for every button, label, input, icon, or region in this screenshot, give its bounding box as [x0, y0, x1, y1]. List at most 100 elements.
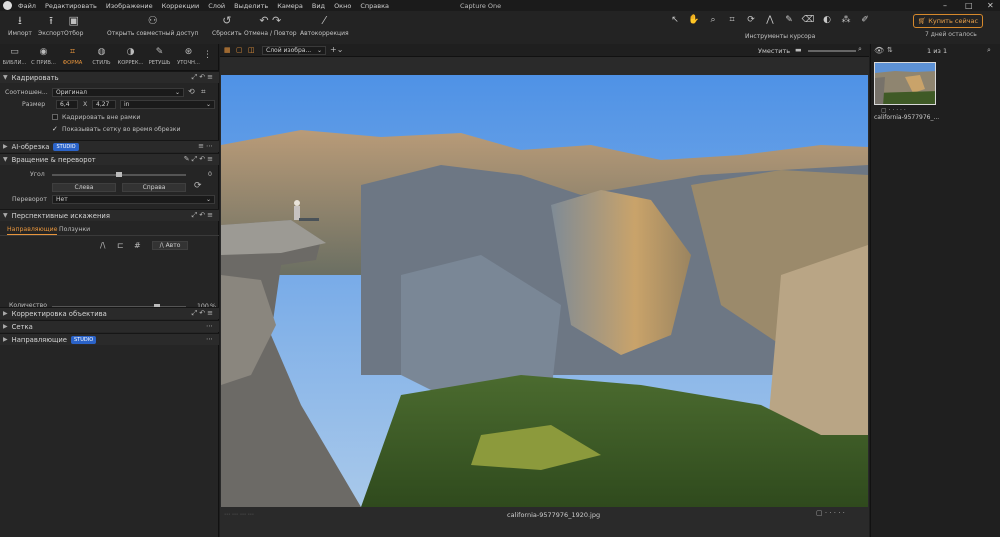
crop-lock-icon[interactable]: ⌗ [201, 87, 206, 97]
expand-arrow-icon: ▶ [3, 143, 8, 150]
height-input[interactable]: 4,27 [92, 100, 116, 109]
menu-edit[interactable]: Редактировать [45, 2, 97, 10]
menu-file[interactable]: Файл [18, 2, 36, 10]
tab-guides[interactable]: Направляющие [7, 226, 58, 235]
section-rotation[interactable]: ▼ Вращение & переворот ✎⤢↶≡ [0, 153, 219, 165]
layer-select[interactable]: Слой изобра... ⌄ [262, 46, 326, 55]
menu-window[interactable]: Окно [334, 2, 351, 10]
single-view-icon[interactable]: ▢ [236, 46, 243, 54]
section-tools-icon[interactable]: ⋯ [206, 335, 215, 343]
more-tabs-icon[interactable]: ⋮ [203, 44, 212, 70]
angle-value[interactable]: 0 [208, 171, 212, 178]
angle-slider-knob[interactable] [116, 172, 122, 177]
tab-retouch[interactable]: ✎ РЕТУШЬ [145, 44, 174, 70]
width-input[interactable]: 6,4 [56, 100, 78, 109]
keystone-tool-icon[interactable]: ⋀ [763, 15, 777, 25]
rotate-left-button[interactable]: Слева [52, 183, 116, 192]
annotate-tool-icon[interactable]: ✐ [858, 15, 872, 25]
tab-shape[interactable]: ⌗ ФОРМА [58, 44, 87, 70]
flip-select[interactable]: Нет ⌄ [52, 195, 215, 204]
menu-view[interactable]: Вид [312, 2, 325, 10]
brush-tool-icon[interactable]: ✎ [782, 15, 796, 25]
eye-icon[interactable]: 👁︎ [874, 46, 884, 55]
picker-tool-icon[interactable]: ⁂ [839, 15, 853, 25]
section-tools-icon[interactable]: ✎⤢↶≡ [184, 155, 215, 164]
zoom-search-icon[interactable]: ⌕ [858, 45, 862, 54]
section-tools-icon[interactable]: ⋯ [206, 322, 215, 330]
vertical-keystone-icon[interactable]: /\ [100, 241, 105, 250]
app-logo-icon [3, 1, 12, 10]
pan-tool-icon[interactable]: ✋ [687, 15, 701, 25]
tab-capture[interactable]: ◉ С ПРИВ... [29, 44, 58, 70]
menu-adjustments[interactable]: Коррекции [162, 2, 200, 10]
select-button[interactable]: ▣ Отбор [64, 14, 83, 37]
browser-search-icon[interactable]: ⌕ [987, 46, 991, 55]
chevron-down-icon: ⌄ [205, 196, 211, 203]
menu-layer[interactable]: Слой [208, 2, 225, 10]
section-tools-icon[interactable]: ≡⋯ [198, 142, 215, 150]
crop-outside-checkbox[interactable] [52, 114, 58, 120]
section-guides[interactable]: ▶ Направляющие STUDIO ⋯ [0, 333, 219, 345]
rotate-free-icon[interactable]: ⟳ [194, 181, 202, 191]
tab-style[interactable]: ◍ СТИЛЬ [87, 44, 116, 70]
tab-details[interactable]: ⊛ УТОЧН... [174, 44, 203, 70]
menu-image[interactable]: Изображение [106, 2, 153, 10]
section-crop[interactable]: ▼ Кадрировать ⤢↶≡ [0, 71, 219, 83]
reset-button[interactable]: ↺ Сбросить [212, 14, 242, 37]
tab-sliders[interactable]: Ползунки [59, 226, 90, 233]
ratio-select[interactable]: Оригинал ⌄ [52, 88, 184, 97]
angle-slider[interactable] [52, 172, 186, 177]
section-tools-icon[interactable]: ⤢↶≡ [192, 211, 215, 220]
menu-help[interactable]: Справка [360, 2, 389, 10]
close-icon[interactable]: ✕ [987, 1, 994, 10]
zoom-out-icon[interactable]: ▬ [795, 46, 802, 54]
share-button[interactable]: ⚇ Открыть совместный доступ [107, 14, 198, 37]
main-toolbar: ⭳ Импорт ⭱ Экспорт ▣ Отбор ⚇ Открыть сов… [0, 11, 1000, 44]
thumb-rating-icon[interactable]: ▢ · · · · · [881, 107, 906, 114]
section-grid[interactable]: ▶ Сетка ⋯ [0, 320, 219, 332]
menu-bar: Файл Редактировать Изображение Коррекции… [0, 0, 1000, 11]
section-tools-icon[interactable]: ⤢↶≡ [192, 309, 215, 318]
undo-redo-button[interactable]: ↶ ↷ Отмена / Повтор [244, 14, 297, 37]
cursor-tools-label: Инструменты курсора [745, 33, 816, 40]
compare-view-icon[interactable]: ◫ [248, 46, 255, 54]
section-tools-icon[interactable]: ⤢↶≡ [192, 73, 215, 82]
maximize-icon[interactable]: □ [965, 1, 973, 10]
export-button[interactable]: ⭱ Экспорт [38, 14, 64, 37]
thumbnail[interactable] [874, 62, 936, 105]
add-layer-icon[interactable]: +⌄ [330, 45, 343, 54]
zoom-slider[interactable] [808, 50, 856, 52]
brush-icon: ✎ [155, 47, 164, 57]
gradient-tool-icon[interactable]: ◐ [820, 15, 834, 25]
autocorrect-button[interactable]: ⁄ Автокоррекция [300, 14, 349, 37]
horizontal-keystone-icon[interactable]: ⊏ [117, 241, 124, 250]
buy-now-button[interactable]: 🛒︎ Купить сейчас [913, 14, 983, 28]
section-lens[interactable]: ▶ Корректировка объектива ⤢↶≡ [0, 307, 219, 319]
rating-stars-icon[interactable]: ▢ · · · · · [816, 509, 845, 517]
tab-adjust[interactable]: ◑ КОРРЕК... [116, 44, 145, 70]
show-grid-checkbox[interactable]: ✓ [52, 125, 58, 133]
main-image[interactable] [221, 75, 868, 507]
eraser-tool-icon[interactable]: ⌫ [801, 15, 815, 25]
import-button[interactable]: ⭳ Импорт [8, 14, 32, 37]
rotate-right-button[interactable]: Справа [122, 183, 186, 192]
zoom-fit-label[interactable]: Уместить [758, 47, 790, 55]
sort-icon[interactable]: ⇅ [887, 46, 893, 54]
menu-camera[interactable]: Камера [277, 2, 303, 10]
show-grid-label: Показывать сетку во время обрезки [62, 126, 181, 133]
keystone-grid-icon[interactable]: # [134, 241, 141, 250]
loupe-tool-icon[interactable]: ⌕ [706, 15, 720, 25]
section-perspective[interactable]: ▼ Перспективные искажения ⤢↶≡ [0, 209, 219, 221]
crop-tool-icon[interactable]: ⌗ [725, 15, 739, 25]
tab-library[interactable]: ▭ БИБЛИ... [0, 44, 29, 70]
section-ai-crop[interactable]: ▶ AI-обрезка STUDIO ≡⋯ [0, 140, 219, 152]
auto-keystone-button[interactable]: /\ Авто [152, 241, 188, 250]
unit-select[interactable]: in ⌄ [120, 100, 215, 109]
rotate-tool-icon[interactable]: ⟳ [744, 15, 758, 25]
image-viewer[interactable]: california-9577976_1920.jpg ⋯ ⋯ ⋯ ⋯ ▢ · … [220, 57, 869, 537]
pointer-tool-icon[interactable]: ↖ [668, 15, 682, 25]
minimize-icon[interactable]: – [943, 1, 947, 10]
grid-view-icon[interactable]: ▦ [224, 46, 231, 54]
orientation-icon[interactable]: ⟲ [188, 87, 195, 96]
menu-select[interactable]: Выделить [234, 2, 268, 10]
